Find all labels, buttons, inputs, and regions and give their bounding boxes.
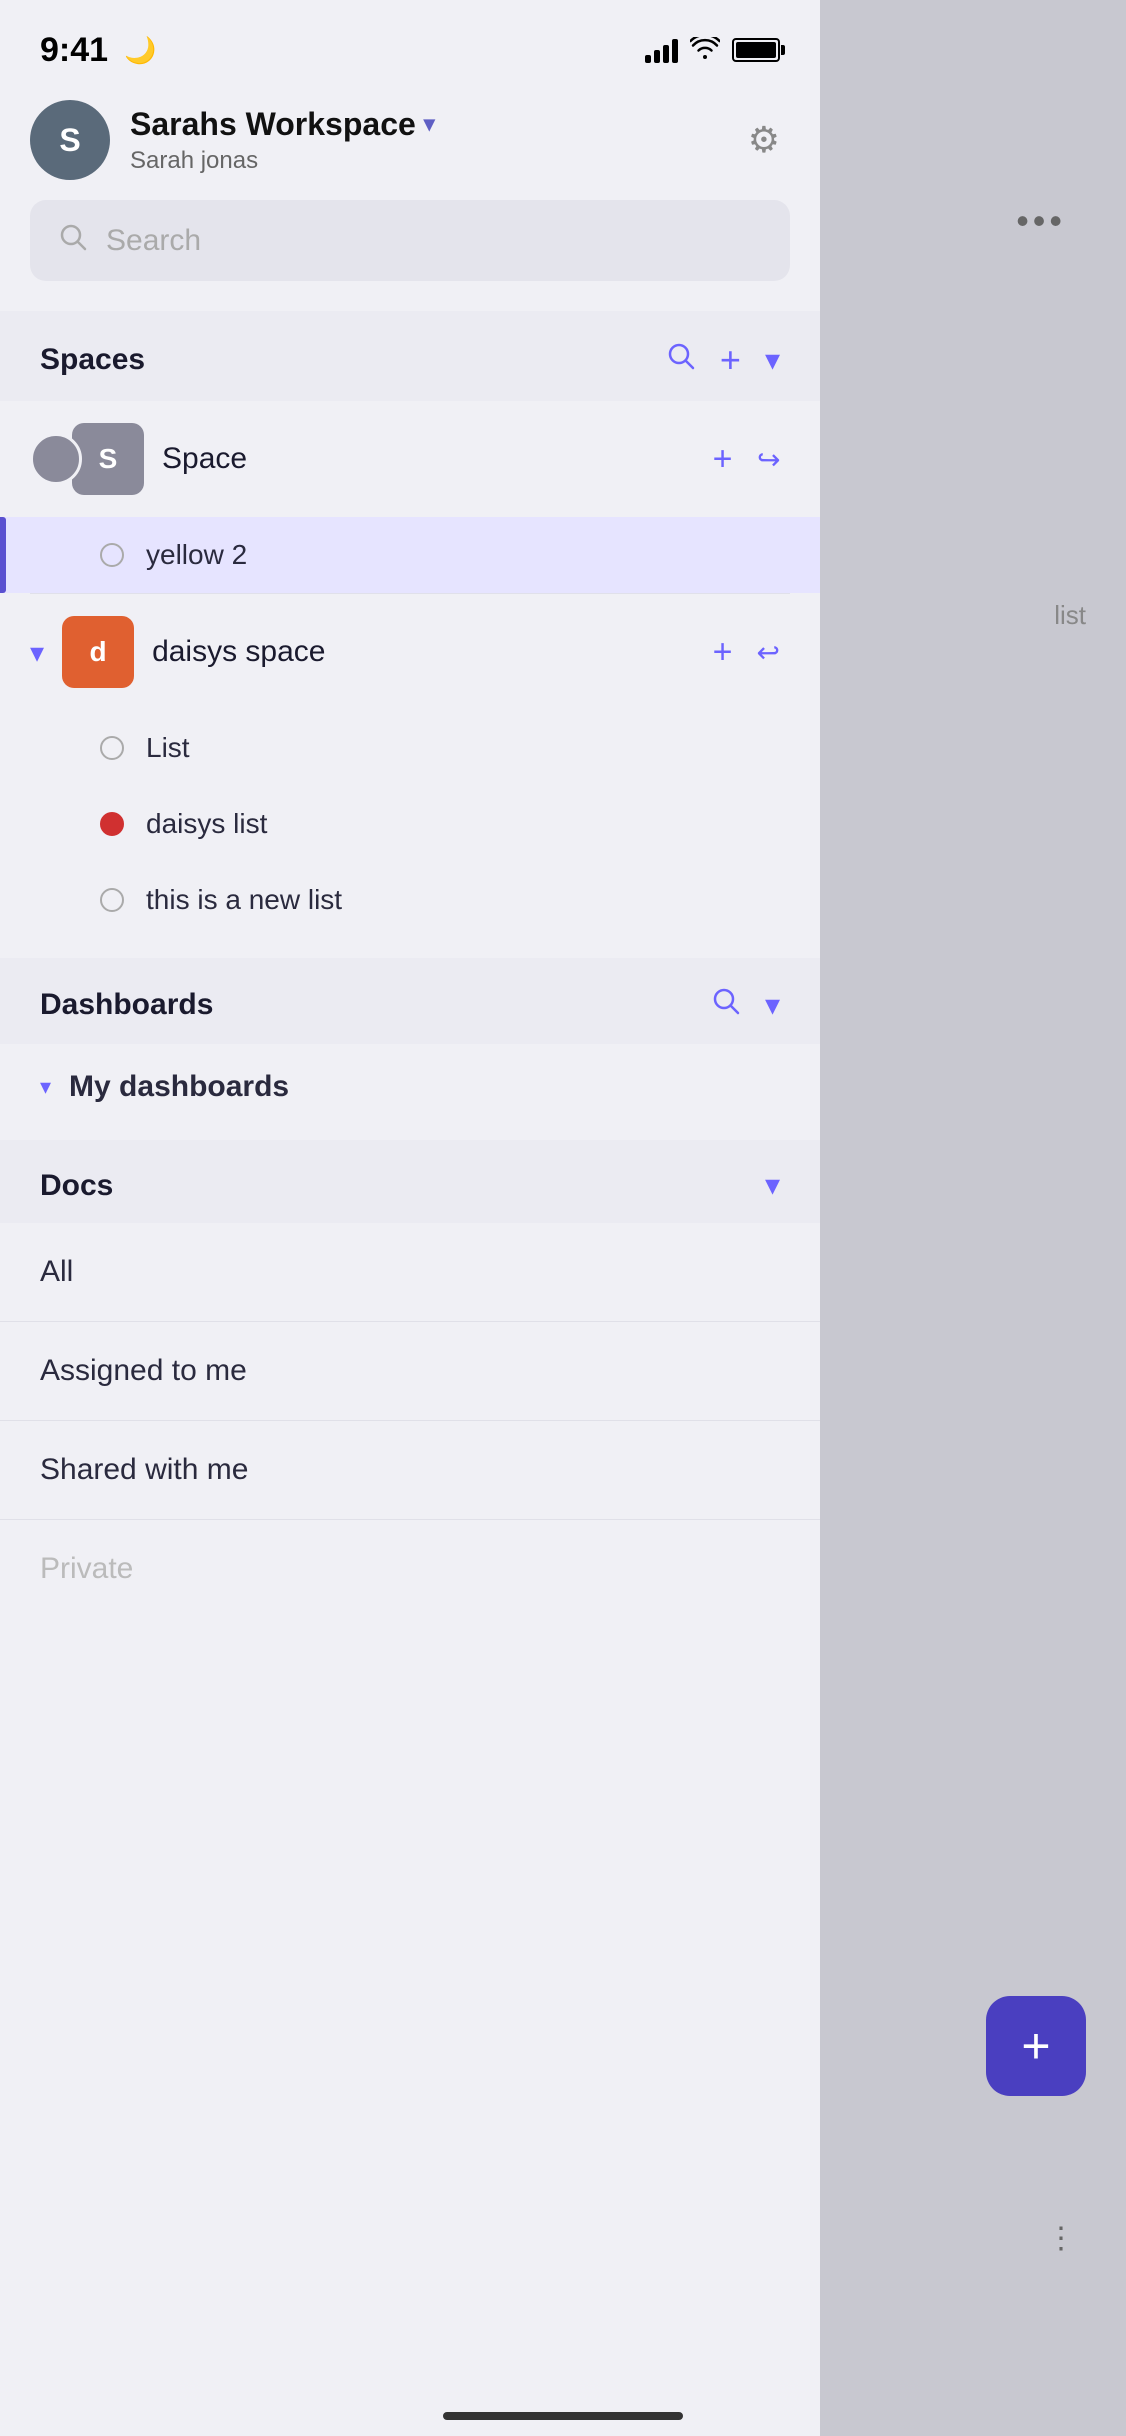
spaces-section-header: Spaces + ▾: [0, 311, 820, 401]
spaces-title: Spaces: [40, 343, 145, 377]
list-item-list[interactable]: List: [0, 710, 820, 786]
my-dashboards-chevron: ▾: [40, 1074, 51, 1100]
dashboards-header: Dashboards ▾: [0, 958, 820, 1044]
docs-list: All Assigned to me Shared with me Privat…: [0, 1223, 820, 1618]
docs-header: Docs ▾: [0, 1140, 820, 1223]
docs-item-shared[interactable]: Shared with me: [0, 1421, 820, 1520]
dashboards-title: Dashboards: [40, 988, 213, 1022]
search-icon: [58, 222, 88, 259]
space-row-space[interactable]: · S Space + ↩: [0, 401, 820, 517]
spaces-actions: + ▾: [666, 339, 780, 381]
list-dot-yellow2: [100, 543, 124, 567]
workspace-username: Sarah jonas: [130, 147, 728, 175]
space-name-space: Space: [162, 442, 695, 476]
list-name-newlist: this is a new list: [146, 884, 342, 916]
wifi-icon: [690, 35, 720, 66]
status-bar: 9:41 🌙: [0, 0, 820, 90]
selected-indicator: [0, 517, 6, 593]
space-item-space: · S Space + ↩ yellow 2: [0, 401, 820, 593]
battery-icon: [732, 38, 780, 62]
more-options-dots[interactable]: •••: [1016, 200, 1066, 242]
docs-item-assigned[interactable]: Assigned to me: [0, 1322, 820, 1421]
fab-add-button[interactable]: +: [986, 1996, 1086, 2096]
list-name-yellow2: yellow 2: [146, 539, 247, 571]
workspace-info: Sarahs Workspace ▾ Sarah jonas: [130, 106, 728, 175]
space-row-daisys[interactable]: ▾ d daisys space + ↩: [0, 594, 820, 710]
spaces-collapse-icon[interactable]: ▾: [765, 343, 780, 378]
signal-icon: [645, 37, 678, 63]
settings-icon[interactable]: ⚙: [748, 119, 780, 161]
daisys-logout-icon[interactable]: ↩: [757, 636, 780, 669]
dashboards-search-icon[interactable]: [711, 986, 741, 1024]
moon-icon: 🌙: [124, 35, 156, 66]
home-indicator: [443, 2412, 683, 2420]
list-dot-newlist: [100, 888, 124, 912]
list-name-daisyslist: daisys list: [146, 808, 267, 840]
space-avatar-S: S: [72, 423, 144, 495]
workspace-chevron-icon: ▾: [424, 111, 435, 137]
daisys-add-icon[interactable]: +: [713, 633, 733, 672]
docs-collapse-icon[interactable]: ▾: [765, 1168, 780, 1203]
search-placeholder-text: Search: [106, 224, 201, 258]
docs-item-private[interactable]: Private: [0, 1520, 820, 1618]
sidebar-panel: 9:41 🌙 S: [0, 0, 820, 2436]
daisys-expand-chevron[interactable]: ▾: [30, 636, 44, 669]
docs-item-all[interactable]: All: [0, 1223, 820, 1322]
spaces-list: · S Space + ↩ yellow 2: [0, 401, 820, 948]
space-actions-daisys: + ↩: [713, 633, 780, 672]
spaces-add-icon[interactable]: +: [720, 339, 741, 381]
docs-actions: ▾: [765, 1168, 780, 1203]
dashboards-collapse-icon[interactable]: ▾: [765, 988, 780, 1023]
list-dot-list: [100, 736, 124, 760]
search-bar[interactable]: Search: [30, 200, 790, 281]
list-item-newlist[interactable]: this is a new list: [0, 862, 820, 938]
space-add-icon[interactable]: +: [713, 440, 733, 479]
right-side-dots[interactable]: ⋮: [1046, 2221, 1076, 2256]
list-name-list: List: [146, 732, 190, 764]
space-actions-space: + ↩: [713, 440, 780, 479]
list-item-daisyslist[interactable]: daisys list: [0, 786, 820, 862]
list-item-yellow2[interactable]: yellow 2: [0, 517, 820, 593]
space-item-daisys: ▾ d daisys space + ↩ List daisys list: [0, 594, 820, 938]
docs-title: Docs: [40, 1169, 113, 1203]
status-time: 9:41: [40, 31, 108, 70]
spaces-search-icon[interactable]: [666, 341, 696, 379]
avatar[interactable]: S: [30, 100, 110, 180]
dashboards-list: ▾ My dashboards: [0, 1044, 820, 1130]
workspace-name-row[interactable]: Sarahs Workspace ▾: [130, 106, 728, 143]
dashboard-name-my: My dashboards: [69, 1070, 289, 1104]
dashboard-item-my[interactable]: ▾ My dashboards: [0, 1044, 820, 1130]
workspace-header: S Sarahs Workspace ▾ Sarah jonas ⚙: [0, 90, 820, 200]
list-dot-daisyslist: [100, 812, 124, 836]
right-panel-label: list: [1054, 600, 1086, 631]
docs-section: Docs ▾ All Assigned to me Shared with me…: [0, 1140, 820, 1618]
space-logout-icon[interactable]: ↩: [757, 443, 780, 476]
space-avatar-d: d: [62, 616, 134, 688]
dashboards-actions: ▾: [711, 986, 780, 1024]
space-name-daisys: daisys space: [152, 635, 695, 669]
status-icons: [645, 35, 780, 66]
dashboards-section: Dashboards ▾ ▾ My dashboards: [0, 958, 820, 1130]
